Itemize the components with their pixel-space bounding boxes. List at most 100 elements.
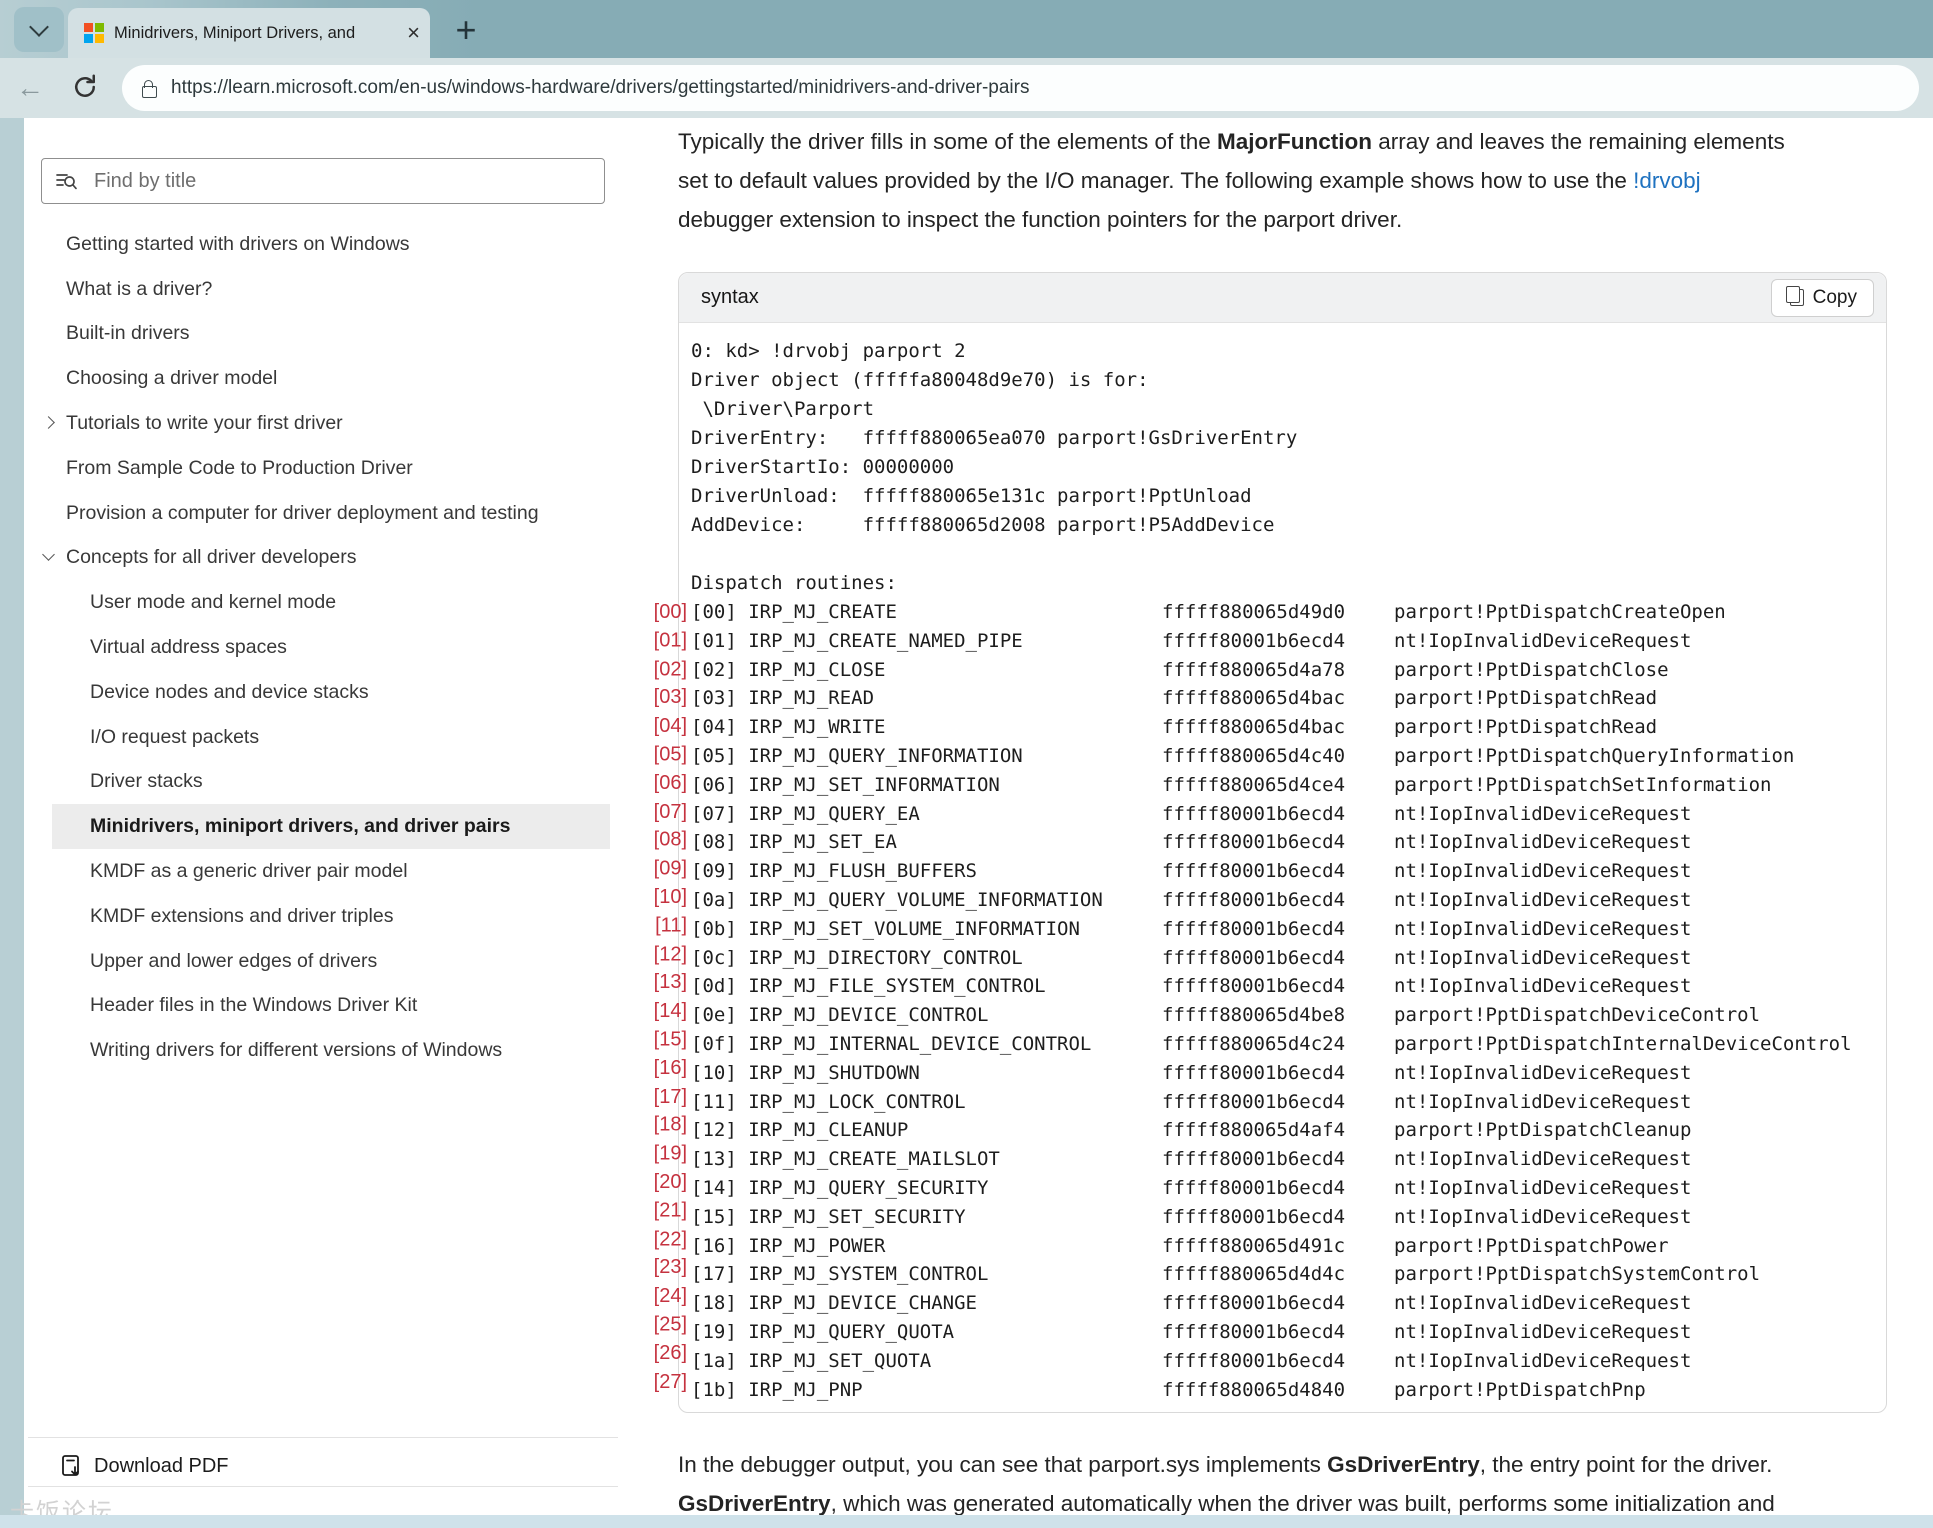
dispatch-address: fffff80001b6ecd4 xyxy=(1162,857,1394,886)
back-icon[interactable]: ← xyxy=(16,72,44,104)
text-segment: debugger extension to inspect the functi… xyxy=(678,207,1402,232)
new-tab-button[interactable]: + xyxy=(444,10,488,50)
sidebar-item-provision-a-computer-for-driver-deployme[interactable]: Provision a computer for driver deployme… xyxy=(52,491,610,536)
dispatch-label: [18] IRP_MJ_DEVICE_CHANGE xyxy=(691,1289,1162,1318)
dispatch-address: fffff880065d4bac xyxy=(1162,713,1394,742)
sidebar-item-i-o-request-packets[interactable]: I/O request packets xyxy=(52,715,610,760)
address-bar[interactable]: https://learn.microsoft.com/en-us/window… xyxy=(122,65,1919,111)
dispatch-symbol: nt!IopInvalidDeviceRequest xyxy=(1394,972,1876,1001)
annotation-index: [11] xyxy=(645,911,687,940)
sidebar-item-kmdf-as-a-generic-driver-pair-model[interactable]: KMDF as a generic driver pair model xyxy=(52,849,610,894)
dispatch-row: [20][14] IRP_MJ_QUERY_SECURITYfffff80001… xyxy=(691,1174,1876,1203)
dispatch-symbol: parport!PptDispatchCleanup xyxy=(1394,1116,1876,1145)
dispatch-row: [02][02] IRP_MJ_CLOSEfffff880065d4a78par… xyxy=(691,656,1876,685)
copy-label: Copy xyxy=(1813,287,1857,309)
sidebar-item-label: KMDF as a generic driver pair model xyxy=(90,860,408,883)
dispatch-label: [1b] IRP_MJ_PNP xyxy=(691,1376,1162,1405)
dispatch-symbol: parport!PptDispatchSystemControl xyxy=(1394,1260,1876,1289)
dispatch-symbol: nt!IopInvalidDeviceRequest xyxy=(1394,915,1876,944)
sidebar-item-user-mode-and-kernel-mode[interactable]: User mode and kernel mode xyxy=(52,580,610,625)
dispatch-row: [27][1b] IRP_MJ_PNPfffff880065d4840parpo… xyxy=(691,1376,1876,1405)
dispatch-symbol: nt!IopInvalidDeviceRequest xyxy=(1394,1145,1876,1174)
sidebar-item-minidrivers-miniport-drivers-and-driver-[interactable]: Minidrivers, miniport drivers, and drive… xyxy=(52,804,610,849)
text-segment: , the entry point for the driver. xyxy=(1480,1452,1773,1477)
dispatch-label: [09] IRP_MJ_FLUSH_BUFFERS xyxy=(691,857,1162,886)
sidebar-item-from-sample-code-to-production-driver[interactable]: From Sample Code to Production Driver xyxy=(52,446,610,491)
search-icon xyxy=(54,169,78,193)
text-line: In the debugger output, you can see that… xyxy=(678,1445,1890,1484)
sidebar-item-choosing-a-driver-model[interactable]: Choosing a driver model xyxy=(52,356,610,401)
sidebar-item-label: Choosing a driver model xyxy=(66,367,277,390)
text-segment: GsDriverEntry xyxy=(1327,1452,1480,1477)
copy-icon xyxy=(1790,289,1804,306)
annotation-index: [24] xyxy=(645,1282,687,1311)
dispatch-row: [18][12] IRP_MJ_CLEANUPfffff880065d4af4p… xyxy=(691,1116,1876,1145)
refresh-icon[interactable] xyxy=(70,72,100,102)
dispatch-label: [0b] IRP_MJ_SET_VOLUME_INFORMATION xyxy=(691,915,1162,944)
chevron-down-icon[interactable] xyxy=(42,548,55,561)
sidebar-item-label: Virtual address spaces xyxy=(90,636,287,659)
dispatch-symbol: nt!IopInvalidDeviceRequest xyxy=(1394,1059,1876,1088)
dispatch-row: [21][15] IRP_MJ_SET_SECURITYfffff80001b6… xyxy=(691,1203,1876,1232)
dispatch-symbol: parport!PptDispatchRead xyxy=(1394,713,1876,742)
dispatch-label: [12] IRP_MJ_CLEANUP xyxy=(691,1116,1162,1145)
dispatch-label: [01] IRP_MJ_CREATE_NAMED_PIPE xyxy=(691,627,1162,656)
sidebar-item-label: Provision a computer for driver deployme… xyxy=(66,502,539,525)
annotation-index: [25] xyxy=(645,1310,687,1339)
browser-window: Minidrivers, Miniport Drivers, and × + ←… xyxy=(0,0,1933,1528)
tab-close-icon[interactable]: × xyxy=(407,23,420,43)
sidebar-item-upper-and-lower-edges-of-drivers[interactable]: Upper and lower edges of drivers xyxy=(52,939,610,984)
dispatch-label: [1a] IRP_MJ_SET_QUOTA xyxy=(691,1347,1162,1376)
text-segment: GsDriverEntry xyxy=(678,1491,831,1516)
intro-paragraph: Typically the driver fills in some of th… xyxy=(678,122,1890,239)
inline-link[interactable]: !drvobj xyxy=(1633,168,1701,193)
dispatch-symbol: parport!PptDispatchPnp xyxy=(1394,1376,1876,1405)
dispatch-row: [26][1a] IRP_MJ_SET_QUOTAfffff80001b6ecd… xyxy=(691,1347,1876,1376)
sidebar-item-label: Tutorials to write your first driver xyxy=(66,412,343,435)
dispatch-address: fffff880065d4a78 xyxy=(1162,656,1394,685)
dispatch-address: fffff80001b6ecd4 xyxy=(1162,1203,1394,1232)
dispatch-label: [02] IRP_MJ_CLOSE xyxy=(691,656,1162,685)
chevron-right-icon[interactable] xyxy=(42,416,55,429)
browser-tab[interactable]: Minidrivers, Miniport Drivers, and × xyxy=(68,8,430,58)
dispatch-symbol: nt!IopInvalidDeviceRequest xyxy=(1394,944,1876,973)
sidebar-item-writing-drivers-for-different-versions-o[interactable]: Writing drivers for different versions o… xyxy=(52,1028,610,1073)
sidebar-item-label: User mode and kernel mode xyxy=(90,591,336,614)
dispatch-symbol: parport!PptDispatchPower xyxy=(1394,1232,1876,1261)
sidebar-item-driver-stacks[interactable]: Driver stacks xyxy=(52,760,610,805)
copy-button[interactable]: Copy xyxy=(1771,279,1874,317)
annotation-index: [01] xyxy=(645,626,687,655)
dispatch-address: fffff880065d4840 xyxy=(1162,1376,1394,1405)
sidebar-item-kmdf-extensions-and-driver-triples[interactable]: KMDF extensions and driver triples xyxy=(52,894,610,939)
dispatch-label: [03] IRP_MJ_READ xyxy=(691,684,1162,713)
sidebar-item-concepts-for-all-driver-developers[interactable]: Concepts for all driver developers xyxy=(52,536,610,581)
tab-list-button[interactable] xyxy=(14,7,64,52)
sidebar-item-getting-started-with-drivers-on-windows[interactable]: Getting started with drivers on Windows xyxy=(52,222,610,267)
window-left-edge xyxy=(0,118,24,1528)
annotation-index: [26] xyxy=(645,1339,687,1368)
dispatch-address: fffff880065d49d0 xyxy=(1162,598,1394,627)
sidebar-item-tutorials-to-write-your-first-driver[interactable]: Tutorials to write your first driver xyxy=(52,401,610,446)
dispatch-row: [15][0f] IRP_MJ_INTERNAL_DEVICE_CONTROLf… xyxy=(691,1030,1876,1059)
search-input[interactable] xyxy=(92,169,592,194)
dispatch-symbol: nt!IopInvalidDeviceRequest xyxy=(1394,1289,1876,1318)
dispatch-address: fffff80001b6ecd4 xyxy=(1162,1088,1394,1117)
download-pdf-button[interactable]: Download PDF xyxy=(60,1448,229,1484)
sidebar-item-what-is-a-driver-[interactable]: What is a driver? xyxy=(52,267,610,312)
dispatch-label: [00] IRP_MJ_CREATE xyxy=(691,598,1162,627)
sidebar-item-built-in-drivers[interactable]: Built-in drivers xyxy=(52,312,610,357)
dispatch-symbol: parport!PptDispatchRead xyxy=(1394,684,1876,713)
sidebar-item-virtual-address-spaces[interactable]: Virtual address spaces xyxy=(52,625,610,670)
dispatch-label: [05] IRP_MJ_QUERY_INFORMATION xyxy=(691,742,1162,771)
dispatch-row: [06][06] IRP_MJ_SET_INFORMATIONfffff8800… xyxy=(691,771,1876,800)
sidebar-item-device-nodes-and-device-stacks[interactable]: Device nodes and device stacks xyxy=(52,670,610,715)
dispatch-address: fffff880065d491c xyxy=(1162,1232,1394,1261)
dispatch-label: [0a] IRP_MJ_QUERY_VOLUME_INFORMATION xyxy=(691,886,1162,915)
annotation-index: [22] xyxy=(645,1225,687,1254)
dispatch-label: [11] IRP_MJ_LOCK_CONTROL xyxy=(691,1088,1162,1117)
text-line: debugger extension to inspect the functi… xyxy=(678,200,1890,239)
text-segment: set to default values provided by the I/… xyxy=(678,168,1633,193)
sidebar-item-label: Writing drivers for different versions o… xyxy=(90,1039,502,1062)
dispatch-symbol: nt!IopInvalidDeviceRequest xyxy=(1394,1174,1876,1203)
sidebar-item-header-files-in-the-windows-driver-kit[interactable]: Header files in the Windows Driver Kit xyxy=(52,984,610,1029)
